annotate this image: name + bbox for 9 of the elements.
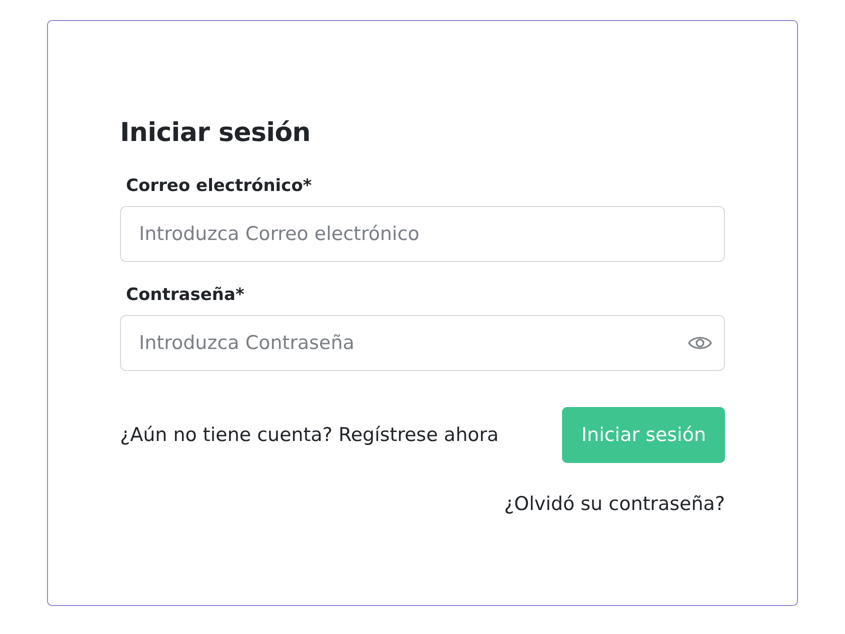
- eye-icon[interactable]: [688, 335, 712, 351]
- forgot-password-link[interactable]: ¿Olvidó su contraseña?: [504, 493, 725, 515]
- signup-prompt: ¿Aún no tiene cuenta?: [120, 424, 332, 446]
- signup-link[interactable]: Regístrese ahora: [338, 424, 499, 446]
- field-label: Correo electrónico*: [126, 175, 312, 197]
- field-label: Contraseña*: [126, 284, 244, 306]
- password-field[interactable]: Introduzca Contraseña: [120, 315, 725, 371]
- form-title: Iniciar sesión: [120, 117, 312, 150]
- email-field[interactable]: Introduzca Correo electrónico: [120, 206, 725, 262]
